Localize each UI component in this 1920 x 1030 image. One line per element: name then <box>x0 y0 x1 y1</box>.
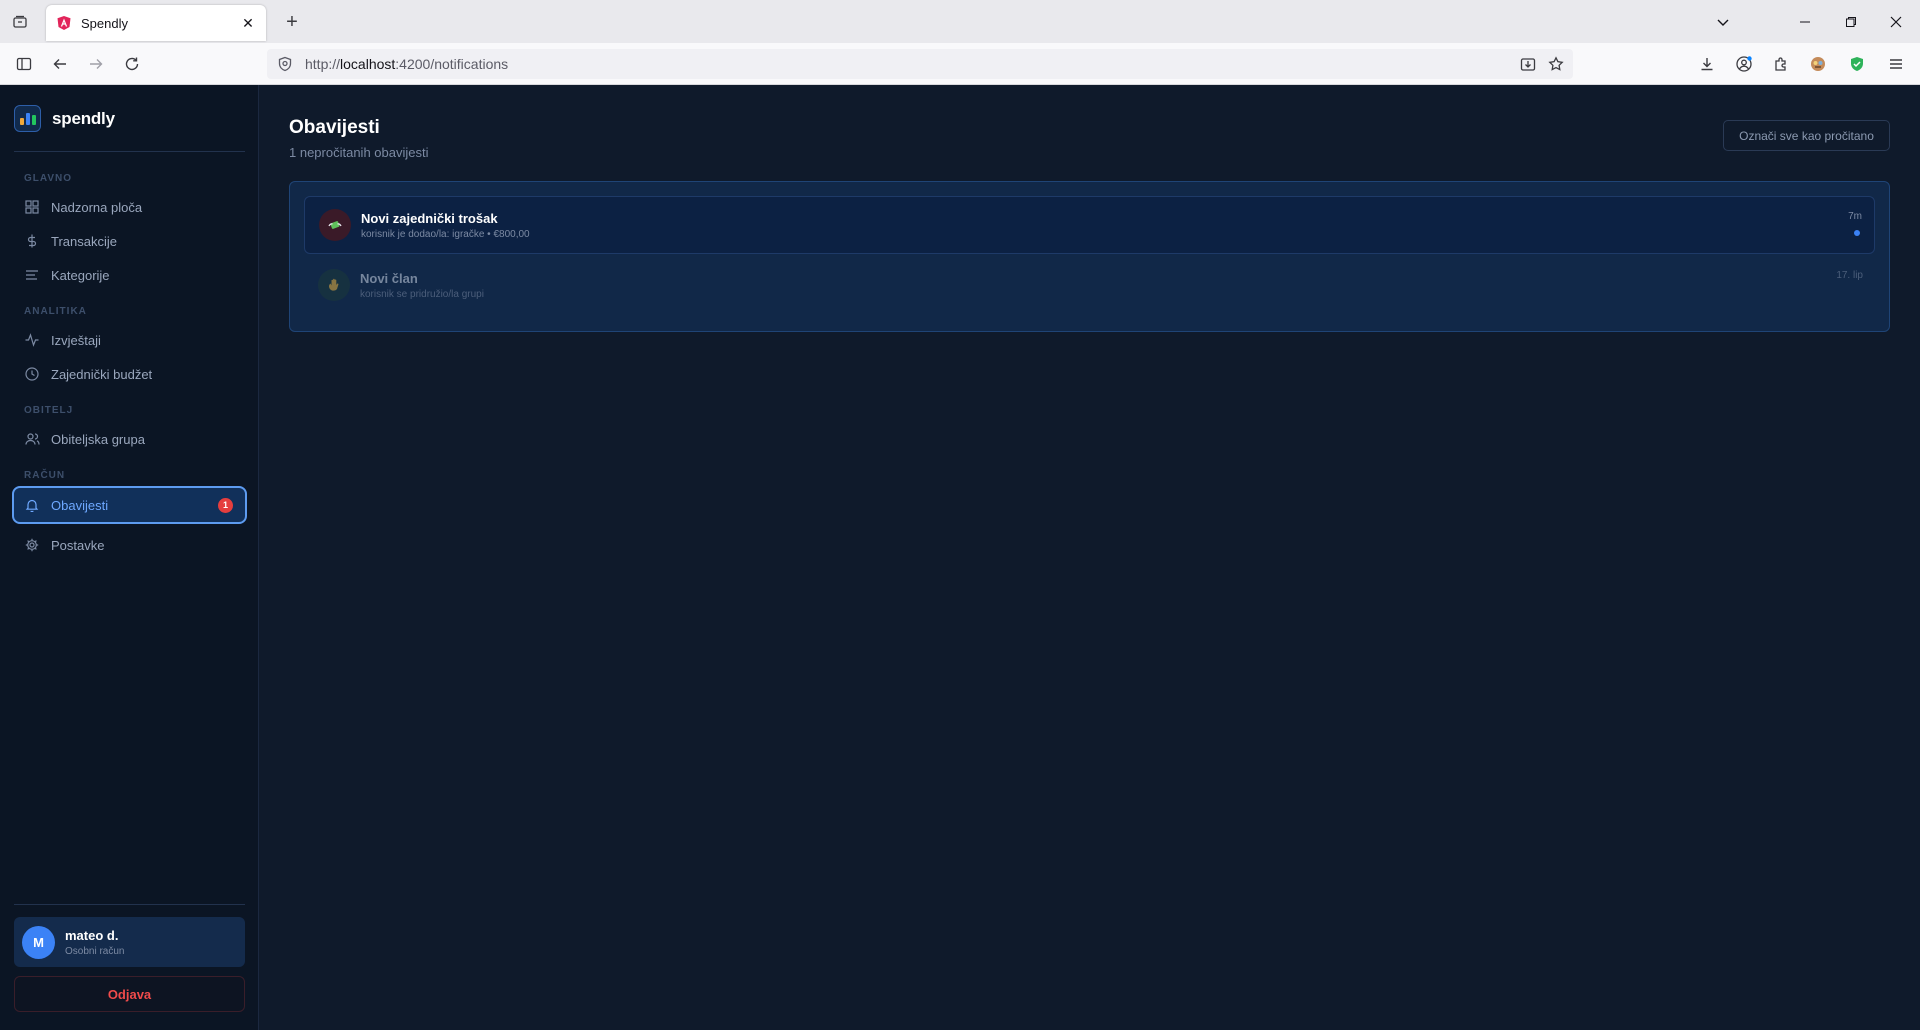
notification-body: korisnik je dodao/la: igračke • €800,00 <box>361 228 530 240</box>
new-tab-icon[interactable]: + <box>280 10 304 34</box>
sidebar-item-categories[interactable]: Kategorije <box>12 258 247 292</box>
gear-icon <box>24 537 40 553</box>
tracking-shield-icon <box>278 56 292 72</box>
notification-item[interactable]: Novi zajednički trošak korisnik je dodao… <box>304 196 1875 254</box>
notification-time: 17. lip <box>1836 270 1863 281</box>
notification-text: Novi član korisnik se pridružio/la grupi <box>360 271 484 300</box>
user-name: mateo d. <box>65 927 119 943</box>
close-window-icon[interactable] <box>1882 8 1910 36</box>
brand[interactable]: spendly <box>14 105 115 132</box>
url-prefix: http:// <box>305 56 341 72</box>
users-icon <box>24 431 40 447</box>
waving-hand-icon <box>318 269 350 301</box>
app: spendly GLAVNO Nadzorna ploča Transakcij… <box>0 85 1920 1030</box>
notification-item[interactable]: Novi član korisnik se pridružio/la grupi… <box>304 256 1875 314</box>
main-content: Obavijesti 1 nepročitanih obavijesti Ozn… <box>259 85 1920 1030</box>
sidebar-item-label: Transakcije <box>51 233 117 249</box>
unread-dot <box>1854 230 1860 236</box>
browser-tab-bar: Spendly ✕ + <box>0 0 1920 43</box>
account-type: Osobni račun <box>65 945 125 957</box>
sidebar-item-reports[interactable]: Izvještaji <box>12 323 247 357</box>
user-meta: mateo d. Osobni račun <box>65 928 124 957</box>
notification-body: korisnik se pridružio/la grupi <box>360 288 484 300</box>
sidebar-item-label: Obavijesti <box>51 497 109 513</box>
sidebar-item-notifications[interactable]: Obavijesti 1 <box>12 486 247 524</box>
money-wings-icon <box>319 209 351 241</box>
sidebar-item-label: Zajednički budžet <box>51 366 153 382</box>
user-card[interactable]: M mateo d. Osobni račun <box>14 917 245 967</box>
sidebar-item-label: Izvještaji <box>51 332 101 348</box>
avatar: M <box>22 925 55 959</box>
restore-icon[interactable] <box>1837 8 1865 36</box>
menu-icon[interactable] <box>1886 54 1906 74</box>
section-account-label: RAČUN <box>24 470 66 481</box>
bell-icon <box>24 497 40 513</box>
divider <box>14 151 245 152</box>
notification-time: 7m <box>1848 211 1862 222</box>
sidebar-item-dashboard[interactable]: Nadzorna ploča <box>12 190 247 224</box>
sidebar-item-transactions[interactable]: Transakcije <box>12 224 247 258</box>
clock-icon <box>24 366 40 382</box>
sidebar-item-settings[interactable]: Postavke <box>12 528 247 562</box>
forward-arrow-icon[interactable] <box>83 51 109 77</box>
sidebar-toggle-icon[interactable] <box>11 51 37 77</box>
tab-title: Spendly <box>81 15 128 31</box>
grid-icon <box>24 199 40 215</box>
activity-icon <box>24 332 40 348</box>
bookmark-star-icon[interactable] <box>1546 54 1566 74</box>
notification-count-badge: 1 <box>218 497 233 513</box>
back-arrow-icon[interactable] <box>47 51 73 77</box>
reload-icon[interactable] <box>119 51 145 77</box>
tab-overflow-chevron-icon[interactable] <box>1709 8 1737 36</box>
sidebar-item-label: Postavke <box>51 537 105 553</box>
angular-favicon-icon <box>57 16 71 30</box>
colorful-extension-icon[interactable] <box>1808 54 1828 74</box>
section-family-label: OBITELJ <box>24 405 74 416</box>
notifications-panel: Novi zajednički trošak korisnik je dodao… <box>289 181 1890 332</box>
notification-title: Novi zajednički trošak <box>361 210 498 226</box>
account-icon[interactable] <box>1734 54 1754 74</box>
page-title: Obavijesti <box>289 117 380 138</box>
logo-icon <box>14 105 41 132</box>
logout-button[interactable]: Odjava <box>14 976 245 1012</box>
brand-name: spendly <box>52 108 115 128</box>
sidebar-item-family-group[interactable]: Obiteljska grupa <box>12 422 247 456</box>
dollar-icon <box>24 233 40 249</box>
notification-title: Novi član <box>360 270 418 286</box>
sidebar-item-label: Obiteljska grupa <box>51 431 145 447</box>
mark-all-read-button[interactable]: Označi sve kao pročitano <box>1723 120 1890 151</box>
sidebar: spendly GLAVNO Nadzorna ploča Transakcij… <box>0 85 259 1030</box>
browser-tab[interactable]: Spendly ✕ <box>46 5 266 41</box>
list-icon <box>24 267 40 283</box>
browser-nav-bar: http://localhost:4200/notifications <box>0 43 1920 85</box>
extensions-icon[interactable] <box>1771 54 1791 74</box>
downloads-icon[interactable] <box>1697 54 1717 74</box>
notification-text: Novi zajednički trošak korisnik je dodao… <box>361 211 530 240</box>
page-save-icon[interactable] <box>1518 54 1538 74</box>
sidebar-item-shared-budget[interactable]: Zajednički budžet <box>12 357 247 391</box>
sidebar-item-label: Nadzorna ploča <box>51 199 143 215</box>
url-bar[interactable]: http://localhost:4200/notifications <box>267 49 1573 79</box>
sidebar-item-label: Kategorije <box>51 267 110 283</box>
section-main-label: GLAVNO <box>24 173 73 184</box>
tab-close-icon[interactable]: ✕ <box>240 15 256 31</box>
divider <box>14 904 245 905</box>
url-host: localhost <box>340 56 396 72</box>
tab-list-icon[interactable] <box>8 10 32 34</box>
minimize-icon[interactable] <box>1791 8 1819 36</box>
section-analytics-label: ANALITIKA <box>24 306 87 317</box>
adblock-shield-icon[interactable] <box>1847 54 1867 74</box>
url-path: :4200/notifications <box>395 56 509 72</box>
unread-count-text: 1 nepročitanih obavijesti <box>289 145 429 160</box>
